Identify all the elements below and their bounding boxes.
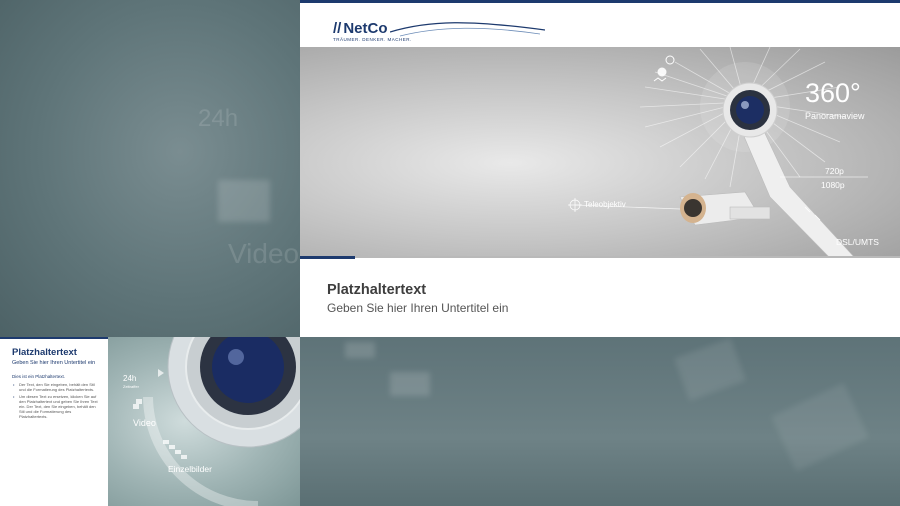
mini-title[interactable]: Platzhaltertext: [12, 347, 77, 358]
ghost-24h-text: 24h: [198, 105, 239, 132]
hero-divider-accent: [300, 256, 355, 259]
background-left: 24h Video: [0, 0, 300, 337]
netco-logo-icon: //: [333, 20, 342, 37]
logo-name: NetCo: [343, 20, 388, 37]
mini-24h-sub-label: Zeitraffer: [123, 384, 139, 389]
slide-top-bar: [300, 0, 900, 3]
hero-tele-label: Teleobjektiv: [584, 200, 626, 209]
hero-image: 360° Panoramaview 720p 1080p Teleobjekti…: [300, 47, 900, 258]
background-bottom: [300, 337, 900, 506]
mini-24h-label: 24h: [123, 374, 137, 383]
mini-video-label: Video: [133, 418, 156, 428]
content-slide-thumbnail: Platzhaltertext Geben Sie hier Ihren Unt…: [0, 337, 300, 506]
mini-subtitle[interactable]: Geben Sie hier Ihren Untertitel ein: [12, 360, 95, 366]
hero-dsl-label: DSL/UMTS: [836, 237, 879, 247]
ghost-shape-1: [345, 342, 375, 358]
logo-swoosh-icon: [390, 22, 545, 37]
title-slide: //NetCo TRÄUMER. DENKER. MACHER. 360° Pa…: [300, 0, 900, 337]
slide-subtitle[interactable]: Geben Sie hier Ihren Untertitel ein: [327, 301, 508, 315]
hero-panorama-label: Panoramaview: [805, 111, 865, 121]
list-item: Der Text, den Sie eingeben, behält den S…: [12, 382, 100, 392]
ghost-shape-3: [674, 338, 746, 401]
mini-bullet-list[interactable]: Der Text, den Sie eingeben, behält den S…: [12, 382, 100, 421]
ghost-shape-4: [771, 382, 869, 472]
mini-body-heading[interactable]: Dies ist ein Platzhaltertext.: [12, 374, 65, 379]
netco-logo: //NetCo TRÄUMER. DENKER. MACHER.: [333, 20, 411, 42]
hero-1080p-label: 1080p: [821, 180, 845, 190]
slide-title[interactable]: Platzhaltertext: [327, 282, 426, 298]
hero-720p-label: 720p: [825, 166, 844, 176]
ghost-video-icon: [218, 180, 270, 222]
mini-camera-image: 24h Zeitraffer Video Einzelbilder: [108, 337, 300, 506]
ghost-video-text: Video: [228, 238, 300, 269]
ghost-shape-2: [390, 372, 430, 396]
mini-frames-label: Einzelbilder: [168, 464, 212, 474]
hero-divider: [300, 256, 900, 258]
hero-360-label: 360°: [805, 78, 861, 108]
list-item: Um diesen Text zu ersetzen, klicken Sie …: [12, 394, 100, 419]
